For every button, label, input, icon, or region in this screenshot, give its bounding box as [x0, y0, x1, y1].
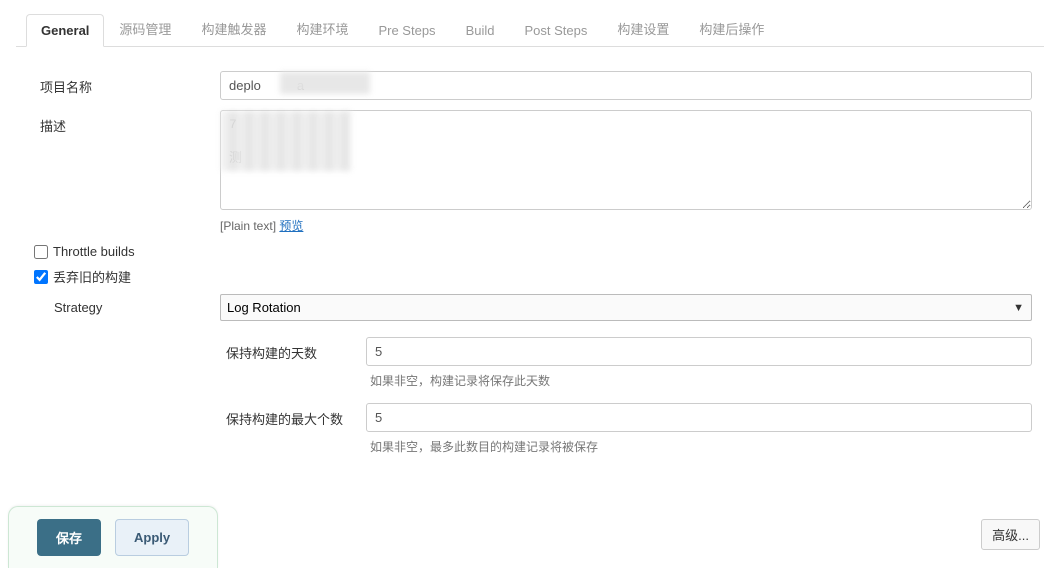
keep-max-input[interactable]: [366, 403, 1032, 432]
tab-post-build[interactable]: 构建后操作: [684, 10, 779, 47]
keep-days-hint: 如果非空，构建记录将保存此天数: [370, 372, 1036, 389]
project-name-input[interactable]: [220, 71, 1032, 100]
config-tabs: General 源码管理 构建触发器 构建环境 Pre Steps Build …: [16, 10, 1044, 47]
tab-pre-steps[interactable]: Pre Steps: [363, 14, 450, 47]
keep-days-input[interactable]: [366, 337, 1032, 366]
apply-button[interactable]: Apply: [115, 519, 189, 556]
keep-max-label: 保持构建的最大个数: [226, 403, 366, 428]
strategy-select[interactable]: Log Rotation: [220, 294, 1032, 321]
description-preview-link[interactable]: 预览: [279, 219, 303, 233]
tab-build[interactable]: Build: [451, 14, 510, 47]
tab-general[interactable]: General: [26, 14, 104, 47]
advanced-button[interactable]: 高级...: [981, 519, 1040, 550]
description-label: 描述: [40, 110, 220, 234]
tab-build-settings[interactable]: 构建设置: [602, 10, 684, 47]
save-button[interactable]: 保存: [37, 519, 101, 556]
project-name-label: 项目名称: [40, 71, 220, 100]
strategy-label: Strategy: [54, 294, 220, 321]
keep-max-hint: 如果非空，最多此数目的构建记录将被保存: [370, 438, 1036, 455]
footer-actions: 保存 Apply: [8, 506, 218, 568]
keep-days-label: 保持构建的天数: [226, 337, 366, 362]
throttle-builds-label: Throttle builds: [53, 244, 135, 259]
discard-old-builds-label: 丢弃旧的构建: [53, 267, 131, 286]
description-textarea[interactable]: 7 测: [220, 110, 1032, 210]
throttle-builds-checkbox[interactable]: [34, 245, 48, 259]
tab-environment[interactable]: 构建环境: [281, 10, 363, 47]
discard-old-builds-checkbox[interactable]: [34, 270, 48, 284]
tab-triggers[interactable]: 构建触发器: [186, 10, 281, 47]
tab-scm[interactable]: 源码管理: [104, 10, 186, 47]
config-form: 项目名称 描述 7 测 [Plain text] 预览 Throttle bui…: [0, 47, 1044, 493]
description-format-label: [Plain text]: [220, 219, 276, 233]
tab-post-steps[interactable]: Post Steps: [509, 14, 602, 47]
